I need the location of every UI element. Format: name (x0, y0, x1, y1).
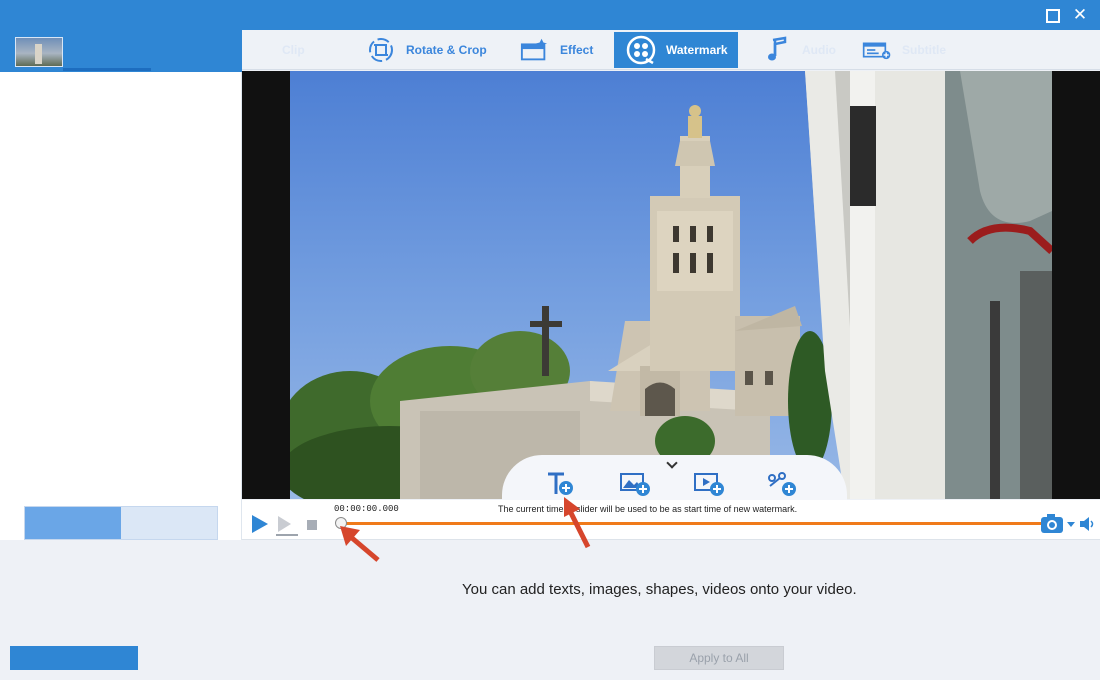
annotation-arrow-slider (340, 526, 380, 562)
add-image-watermark-button[interactable] (620, 470, 650, 498)
add-text-watermark-button[interactable] (546, 470, 576, 498)
tab-audio[interactable]: Audio (762, 32, 836, 68)
tab-rotate-crop[interactable]: Rotate & Crop (366, 32, 487, 68)
close-icon[interactable]: ✕ (1071, 6, 1089, 24)
tab-effect[interactable]: Effect (520, 32, 593, 68)
tab-clip-label: Clip (282, 43, 305, 57)
video-frame (290, 71, 1052, 499)
add-shape-icon (768, 472, 796, 496)
file-list-sidebar (0, 30, 242, 540)
rotate-crop-icon (366, 35, 396, 65)
video-preview[interactable] (242, 71, 1100, 499)
sidebar-primary-button[interactable] (25, 507, 121, 539)
stop-icon[interactable] (307, 520, 317, 530)
snapshot-icon[interactable] (1040, 513, 1066, 535)
volume-icon[interactable] (1079, 516, 1095, 532)
file-name-placeholder (63, 68, 151, 71)
maximize-icon[interactable] (1043, 6, 1061, 24)
annotation-arrow-add-text (564, 497, 591, 549)
tab-effect-label: Effect (560, 43, 594, 57)
title-bar: ✕ (0, 0, 1100, 30)
music-note-icon (762, 35, 792, 65)
watermark-instruction-text: You can add texts, images, shapes, video… (462, 581, 857, 598)
apply-to-all-button[interactable]: Apply to All (654, 646, 784, 670)
tab-audio-label: Audio (802, 43, 836, 57)
add-text-icon (548, 472, 573, 495)
cathedral-scene (290, 71, 1052, 499)
watermark-icon (626, 35, 656, 65)
subtitle-icon (862, 35, 892, 65)
tab-watermark[interactable]: Watermark (614, 32, 738, 68)
tab-rotate-crop-label: Rotate & Crop (406, 43, 487, 57)
timeline-track[interactable] (342, 522, 1042, 525)
play-next-frame-icon[interactable] (274, 514, 300, 536)
sidebar-button-group (24, 506, 218, 540)
left-footer-button[interactable] (10, 646, 138, 670)
tab-subtitle-label: Subtitle (902, 43, 946, 57)
file-thumbnail[interactable] (15, 37, 63, 67)
effect-icon (520, 35, 550, 65)
tab-watermark-label: Watermark (666, 43, 728, 57)
slider-hint-text: The current time of slider will be used … (498, 504, 798, 514)
add-video-watermark-button[interactable] (694, 470, 724, 498)
tab-clip[interactable]: Clip (282, 32, 305, 68)
add-image-icon (620, 473, 650, 496)
add-video-icon (694, 473, 724, 496)
play-icon[interactable] (250, 514, 270, 534)
current-time: 00:00:00.000 (334, 504, 399, 514)
tab-subtitle[interactable]: Subtitle (862, 32, 946, 68)
editor-tab-bar: Clip Rotate & Crop Effect Watermark Audi… (242, 30, 1100, 70)
add-shape-watermark-button[interactable] (766, 470, 796, 498)
selected-file-row[interactable] (0, 30, 242, 72)
snapshot-dropdown-icon[interactable] (1067, 522, 1075, 528)
